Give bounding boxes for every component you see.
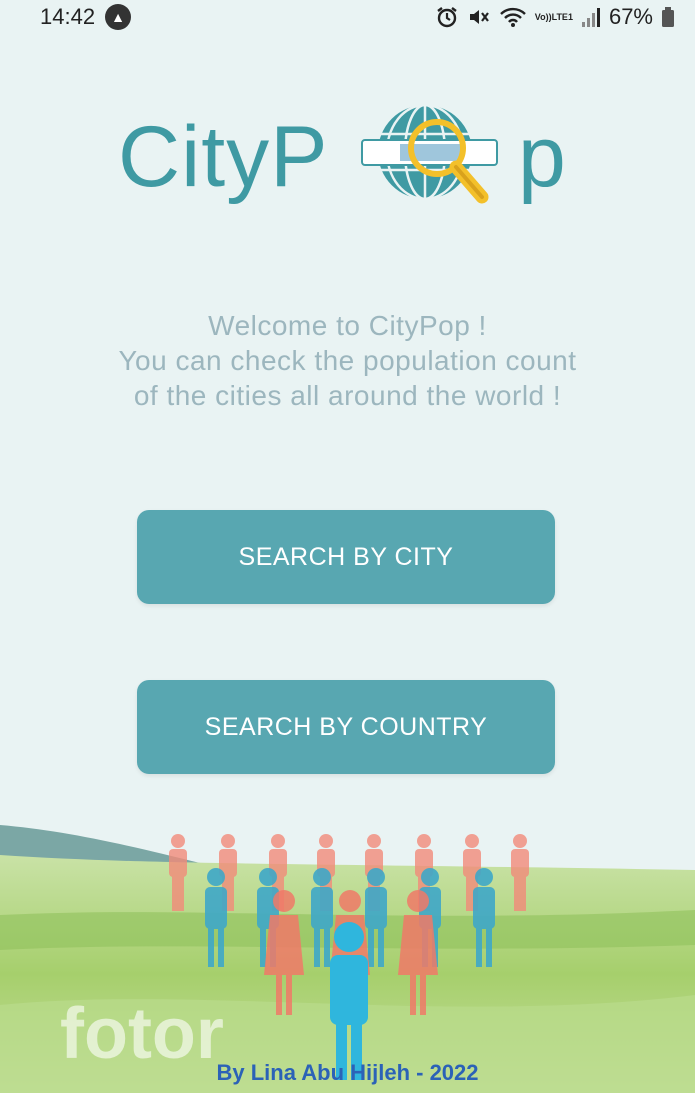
search-by-city-button[interactable]: SEARCH BY CITY [137, 510, 555, 604]
wifi-icon [499, 6, 527, 28]
status-bar: 14:42 ▲ Vo)) LTE1 67% [0, 0, 695, 34]
logo-text-right: p [518, 109, 567, 205]
welcome-message: Welcome to CityPop ! You can check the p… [0, 308, 695, 413]
status-right: Vo)) LTE1 67% [435, 4, 675, 30]
welcome-line-2: You can check the population count [118, 345, 577, 376]
network-volte-label: Vo)) [534, 11, 552, 22]
network-type-icon: Vo)) LTE1 [534, 11, 573, 22]
globe-magnifier-icon [361, 103, 498, 204]
app-logo: CityP p [118, 100, 588, 220]
welcome-line-3: of the cities all around the world ! [133, 380, 562, 411]
status-left: 14:42 ▲ [40, 4, 132, 30]
navigation-arrow-icon: ▲ [105, 4, 132, 30]
logo-text-left: CityP [118, 109, 329, 205]
battery-percent: 67% [608, 4, 653, 29]
network-lte-label: LTE1 [551, 11, 573, 22]
welcome-line-1: Welcome to CityPop ! [208, 310, 487, 341]
battery-icon [661, 6, 675, 28]
alarm-icon [435, 5, 459, 29]
author-credit: By Lina Abu Hijleh - 2022 [216, 1060, 479, 1085]
status-time: 14:42 [40, 4, 96, 29]
search-by-country-button[interactable]: SEARCH BY COUNTRY [137, 680, 555, 774]
signal-icon [581, 6, 601, 28]
mute-icon [467, 5, 491, 29]
